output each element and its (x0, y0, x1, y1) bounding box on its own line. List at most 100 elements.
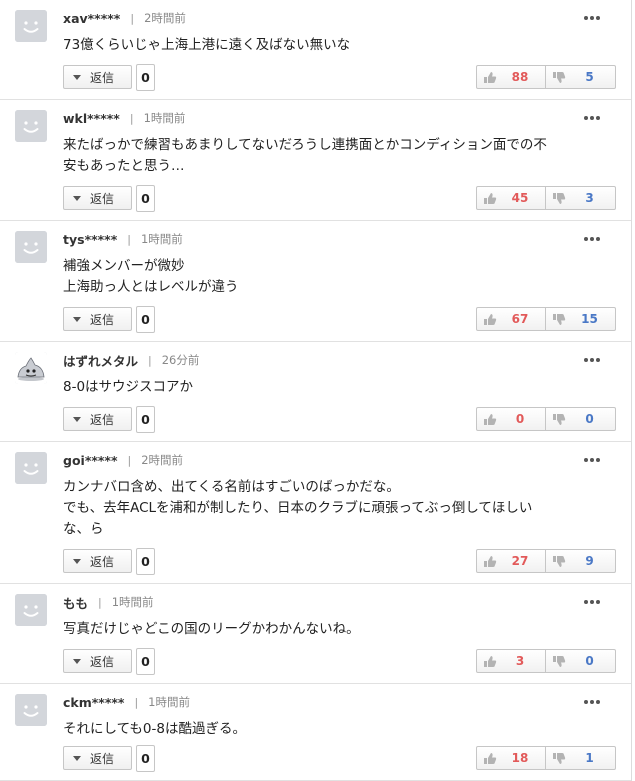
default-avatar[interactable] (15, 110, 47, 142)
default-avatar[interactable] (15, 231, 47, 263)
default-avatar[interactable] (15, 10, 47, 42)
meta-separator: | (127, 232, 131, 246)
dislike-count: 0 (585, 412, 594, 426)
reply-button[interactable]: 返信 (63, 746, 132, 770)
more-options-icon[interactable] (582, 597, 602, 607)
reply-count: 0 (136, 648, 155, 675)
thumbs-up-icon (483, 413, 497, 426)
comment-item: ckm***** | 1時間前 それにしても0-8は酷過ぎる。 返信 0 18 1 (0, 684, 631, 781)
thumbs-down-icon (552, 192, 566, 205)
thumbs-down-icon (552, 555, 566, 568)
like-button[interactable]: 88 (476, 65, 546, 89)
dislike-button[interactable]: 9 (546, 549, 616, 573)
comment-text: 8-0はサウジスコアか (63, 377, 611, 398)
reply-label: 返信 (90, 312, 115, 327)
reply-button[interactable]: 返信 (63, 549, 132, 573)
thumbs-up-icon (483, 655, 497, 668)
comment-text: 73億くらいじゃ上海上港に遠く及ばない無いな (63, 35, 611, 56)
like-button[interactable]: 0 (476, 407, 546, 431)
comment-meta: tys***** | 1時間前 (63, 230, 183, 248)
thumbs-up-icon (483, 313, 497, 326)
thumbs-up-icon (483, 752, 497, 765)
reply-label: 返信 (90, 751, 115, 766)
reply-count: 0 (136, 64, 155, 91)
comment-username[interactable]: goi***** (63, 453, 118, 468)
reply-button[interactable]: 返信 (63, 186, 132, 210)
comment-item: wkl***** | 1時間前 来たばっかで練習もあまりしてないだろうし連携面とかコン… (0, 100, 631, 221)
thumbs-down-icon (552, 655, 566, 668)
comment-time: 2時間前 (144, 11, 186, 25)
more-options-icon[interactable] (582, 355, 602, 365)
meta-separator: | (148, 353, 152, 367)
dislike-count: 9 (585, 554, 594, 568)
dislike-button[interactable]: 0 (546, 407, 616, 431)
comment-meta: goi***** | 2時間前 (63, 451, 183, 469)
chevron-down-icon (73, 755, 81, 761)
comment-item: はずれメタル | 26分前 8-0はサウジスコアか 返信 0 0 0 (0, 342, 631, 442)
comment-text-line: 来たばっかで練習もあまりしてないだろうし連携面とかコンディション面での不 (63, 137, 547, 153)
reply-button[interactable]: 返信 (63, 407, 132, 431)
comment-username[interactable]: ckm***** (63, 695, 124, 710)
like-button[interactable]: 18 (476, 746, 546, 770)
comment-text: 来たばっかで練習もあまりしてないだろうし連携面とかコンディション面での不 安もあっ… (63, 135, 611, 177)
more-options-icon[interactable] (582, 697, 602, 707)
reply-label: 返信 (90, 554, 115, 569)
default-avatar[interactable] (15, 694, 47, 726)
more-options-icon[interactable] (582, 113, 602, 123)
chevron-down-icon (73, 74, 81, 80)
dislike-count: 3 (585, 191, 594, 205)
dislike-button[interactable]: 15 (546, 307, 616, 331)
comment-meta: はずれメタル | 26分前 (63, 351, 199, 369)
reply-button[interactable]: 返信 (63, 307, 132, 331)
dislike-button[interactable]: 0 (546, 649, 616, 673)
comment-item: xav***** | 2時間前 73億くらいじゃ上海上港に遠く及ばない無いな返信 0 88… (0, 0, 631, 100)
comment-text-line: 補強メンバーが微妙 (63, 258, 185, 274)
reply-label: 返信 (90, 654, 115, 669)
like-button[interactable]: 3 (476, 649, 546, 673)
meta-separator: | (130, 11, 135, 25)
comment-username[interactable]: tys***** (63, 232, 117, 247)
dislike-button[interactable]: 3 (546, 186, 616, 210)
metal-slime-avatar[interactable] (15, 352, 47, 384)
dislike-button[interactable]: 1 (546, 746, 616, 770)
chevron-down-icon (73, 558, 81, 564)
comment-time: 2時間前 (141, 453, 184, 467)
comment-username[interactable]: wkl***** (63, 111, 120, 126)
like-count: 45 (511, 191, 529, 205)
like-button[interactable]: 45 (476, 186, 546, 210)
comment-username[interactable]: はずれメタル (63, 351, 138, 370)
meta-separator: | (98, 595, 102, 609)
comment-text-line: 73億くらいじゃ上海上港に遠く及ばない無いな (63, 37, 351, 53)
comment-text: 写真だけじゃどこの国のリーグかわかんないね。 (63, 619, 611, 640)
comment-username[interactable]: もも (63, 593, 88, 612)
more-options-icon[interactable] (582, 234, 602, 244)
reply-button[interactable]: 返信 (63, 65, 132, 89)
thumbs-down-icon (552, 71, 566, 84)
reply-button[interactable]: 返信 (63, 649, 132, 673)
comment-item: もも | 1時間前 写真だけじゃどこの国のリーグかわかんないね。 返信 0 3 0 (0, 584, 631, 684)
comment-meta: xav***** | 2時間前 (63, 9, 186, 27)
more-options-icon[interactable] (582, 455, 602, 465)
chevron-down-icon (73, 195, 81, 201)
comment-text: カンナバロ含め、出てくる名前はすごいのばっかだな。 でも、去年ACLを浦和が制した… (63, 477, 611, 540)
thumbs-down-icon (552, 413, 566, 426)
comment-text: それにしても0-8は酷過ぎる。 (63, 719, 611, 740)
comment-text-line: 8-0はサウジスコアか (63, 379, 194, 395)
comment-time: 1時間前 (148, 695, 190, 709)
default-avatar[interactable] (15, 452, 47, 484)
reply-count: 0 (136, 548, 155, 575)
more-options-icon[interactable] (582, 13, 602, 23)
like-button[interactable]: 67 (476, 307, 546, 331)
comment-time: 1時間前 (143, 111, 186, 125)
comment-username[interactable]: xav***** (63, 11, 120, 26)
reply-label: 返信 (90, 70, 115, 85)
list-right-border (631, 0, 632, 781)
like-count: 67 (511, 312, 529, 326)
like-button[interactable]: 27 (476, 549, 546, 573)
reply-count: 0 (136, 745, 155, 772)
default-avatar[interactable] (15, 594, 47, 626)
comment-text-line: 写真だけじゃどこの国のリーグかわかんないね。 (63, 621, 360, 637)
thumbs-down-icon (552, 752, 566, 765)
comment-item: tys***** | 1時間前 補強メンバーが微妙 上海助っ人とはレベルが違う 返信 0 67… (0, 221, 631, 342)
dislike-button[interactable]: 5 (546, 65, 616, 89)
